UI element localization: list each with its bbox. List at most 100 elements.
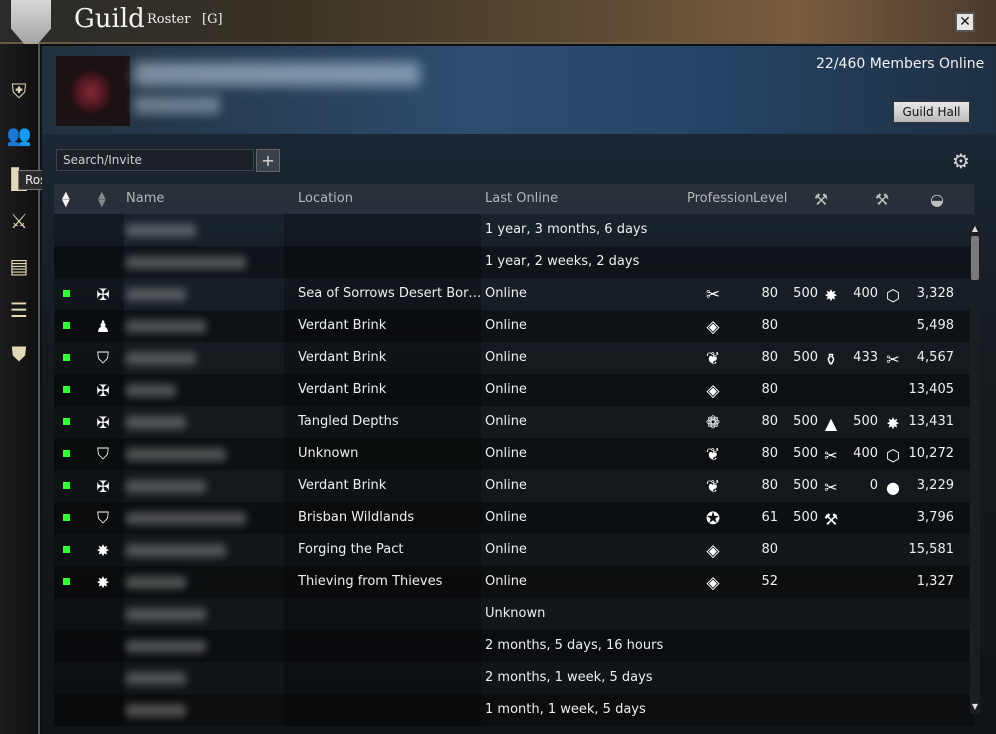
rank-cell [84, 246, 124, 278]
crafting-1-icon: ✸ [824, 285, 838, 305]
table-row[interactable]: ✸ Thieving from Thieves Online ◈ 52 1,327 [54, 566, 974, 598]
table-row[interactable]: ✠ Sea of Sorrows Desert Bord ... Online ✂ 80… [54, 278, 974, 310]
table-row[interactable]: ⛉ Verdant Brink Online ❦ 80 500 ⚱ 433 ✂ 4,567 [54, 342, 974, 374]
rank-sort-down-icon[interactable]: ▼ [98, 199, 106, 209]
achievement-points: 3,229 [916, 478, 954, 493]
online-status-icon [63, 418, 70, 425]
member-level: 61 [761, 510, 778, 525]
profession-icon: ❁ [705, 413, 721, 433]
location-cell [284, 246, 481, 278]
rank-cell [84, 598, 124, 630]
table-row[interactable]: ♟ Verdant Brink Online ◈ 80 5,498 [54, 310, 974, 342]
location-cell [284, 598, 481, 630]
member-last-online: 2 months, 1 week, 5 days [485, 670, 653, 685]
member-name-redacted [126, 416, 186, 429]
member-location: Verdant Brink [298, 382, 387, 397]
hammer-icon[interactable]: ⚒ [811, 190, 831, 209]
rank-icon: ✠ [96, 412, 110, 432]
table-row[interactable]: ✸ Forging the Pact Online ◈ 80 15,581 [54, 534, 974, 566]
guild-emblem-image [72, 72, 110, 112]
table-row[interactable]: ⛉ Unknown Online ❦ 80 500 ✂ 400 ⬡ 10,272 [54, 438, 974, 470]
member-location: Verdant Brink [298, 350, 387, 365]
close-button[interactable]: ✕ [955, 12, 975, 32]
location-cell [284, 662, 481, 694]
achievement-points: 13,431 [908, 414, 955, 429]
crafting-1-icon: ✂ [824, 477, 838, 497]
rank-icon: ✠ [96, 380, 110, 400]
rank-cell [84, 694, 124, 726]
rank-icon: ⛉ [96, 508, 109, 527]
table-row[interactable]: 2 months, 1 week, 5 days [54, 662, 974, 694]
people-icon[interactable]: 👥 [6, 122, 32, 148]
online-status-icon [63, 290, 70, 297]
table-row[interactable]: 1 year, 2 weeks, 2 days [54, 246, 974, 278]
member-level: 80 [761, 542, 778, 557]
table-row[interactable]: ✠ Verdant Brink Online ❦ 80 500 ✂ 0 ● 3,229 [54, 470, 974, 502]
member-name-redacted [126, 288, 186, 301]
profession-icon: ◈ [706, 573, 720, 593]
achievement-icon[interactable]: ◒ [927, 190, 947, 209]
shield-icon[interactable]: ⛊ [6, 341, 32, 367]
member-name-redacted [126, 320, 206, 333]
crafting-1-level: 500 [793, 446, 818, 461]
list-icon[interactable]: ☰ [6, 297, 32, 323]
profession-icon: ❦ [705, 445, 721, 465]
search-invite-input[interactable] [56, 149, 254, 171]
column-level[interactable]: Level [753, 191, 787, 206]
column-name[interactable]: Name [126, 191, 164, 206]
crafting-2-level: 400 [853, 446, 878, 461]
rank-cell [84, 214, 124, 246]
online-status-icon [63, 546, 70, 553]
status-cell [54, 214, 84, 246]
invite-add-button[interactable]: + [256, 149, 280, 172]
achievement-points: 10,272 [908, 446, 955, 461]
scrollbar-thumb[interactable] [971, 236, 979, 280]
status-cell [54, 694, 84, 726]
column-last-online[interactable]: Last Online [485, 191, 558, 206]
crafting-1-level: 500 [793, 286, 818, 301]
scroll-down-icon[interactable]: ▼ [970, 702, 980, 712]
status-cell [54, 246, 84, 278]
crafting-1-level: 500 [793, 478, 818, 493]
member-name-redacted [126, 384, 176, 397]
crossed-swords-icon[interactable]: ⚔ [6, 208, 32, 234]
member-name-redacted [126, 256, 246, 269]
member-name-redacted [126, 672, 186, 685]
crafting-2-icon: ⬡ [886, 285, 900, 305]
shield-emblem-icon[interactable]: ⛨ [6, 78, 32, 104]
table-row[interactable]: 1 month, 1 week, 5 days [54, 694, 974, 726]
sort-down-icon[interactable]: ▼ [62, 199, 70, 209]
hammer-icon[interactable]: ⚒ [872, 190, 892, 209]
scroll-up-icon[interactable]: ▲ [970, 224, 980, 234]
gear-icon[interactable]: ⚙ [949, 149, 973, 173]
guild-hall-button[interactable]: Guild Hall [893, 101, 970, 123]
table-row[interactable]: Unknown [54, 598, 974, 630]
section-title: Roster [147, 12, 191, 27]
crafting-2-level: 400 [853, 286, 878, 301]
table-row[interactable]: 2 months, 5 days, 16 hours [54, 630, 974, 662]
member-name-redacted [126, 576, 186, 589]
chest-icon[interactable]: ▤ [6, 253, 32, 279]
roster-table-header: ▲ ▼ ▲ ▼ Name Location Last Online Profes… [54, 184, 974, 214]
profession-icon: ❦ [705, 477, 721, 497]
profession-icon: ✪ [705, 509, 721, 529]
profession-icon: ◈ [706, 381, 720, 401]
scrollbar-track[interactable] [970, 226, 980, 714]
status-cell [54, 662, 84, 694]
crafting-1-icon: ▲ [824, 413, 838, 433]
profession-icon: ◈ [706, 317, 720, 337]
location-cell [284, 214, 481, 246]
crafting-2-level: 500 [853, 414, 878, 429]
column-location[interactable]: Location [298, 191, 353, 206]
table-row[interactable]: 1 year, 3 months, 6 days [54, 214, 974, 246]
achievement-points: 4,567 [916, 350, 954, 365]
table-row[interactable]: ⛉ Brisban Wildlands Online ✪ 61 500 ⚒ 3,796 [54, 502, 974, 534]
crafting-1-level: 500 [793, 350, 818, 365]
rank-icon: ⛉ [96, 444, 109, 463]
crafting-1-level: 500 [793, 414, 818, 429]
table-row[interactable]: ✠ Tangled Depths Online ❁ 80 500 ▲ 500 ✸ 13,431 [54, 406, 974, 438]
member-level: 80 [761, 286, 778, 301]
table-row[interactable]: ✠ Verdant Brink Online ◈ 80 13,405 [54, 374, 974, 406]
achievement-points: 1,327 [916, 574, 954, 589]
column-profession[interactable]: Profession [687, 191, 754, 206]
